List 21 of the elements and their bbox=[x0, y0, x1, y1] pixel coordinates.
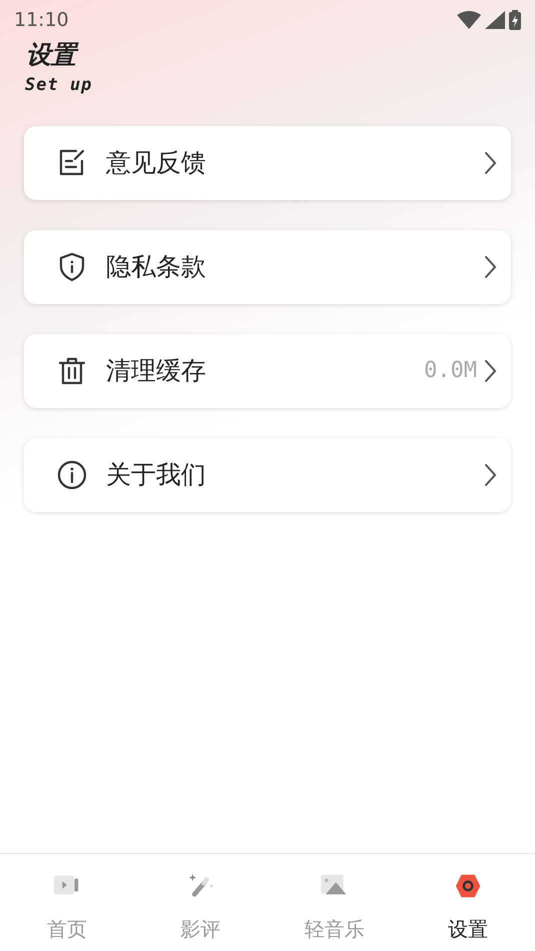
setting-label: 意见反馈 bbox=[106, 146, 207, 179]
chevron-right-icon bbox=[483, 254, 497, 278]
signal-icon bbox=[485, 11, 505, 29]
settings-row[interactable]: 意见反馈 bbox=[24, 126, 511, 200]
page-title: 设置 bbox=[26, 42, 535, 67]
chevron-right-icon bbox=[483, 462, 497, 486]
setting-label: 清理缓存 bbox=[106, 354, 207, 387]
settings-row[interactable]: 关于我们 bbox=[24, 438, 511, 512]
settings-row[interactable]: 隐私条款 bbox=[24, 230, 511, 304]
info-icon bbox=[56, 458, 88, 490]
cache-size: 0.0M bbox=[424, 357, 477, 385]
settings-row[interactable]: 清理缓存 0.0M bbox=[24, 334, 511, 408]
tab-item[interactable]: 设置 bbox=[401, 854, 535, 951]
setting-label: 关于我们 bbox=[106, 458, 207, 491]
setting-label: 隐私条款 bbox=[106, 250, 207, 283]
battery-charging-icon bbox=[509, 10, 521, 30]
chevron-right-icon bbox=[483, 358, 497, 382]
chevron-right-icon bbox=[483, 150, 497, 174]
status-time: 11:10 bbox=[14, 8, 69, 33]
wifi-icon bbox=[457, 11, 481, 29]
page-subtitle: Set up bbox=[25, 74, 94, 97]
